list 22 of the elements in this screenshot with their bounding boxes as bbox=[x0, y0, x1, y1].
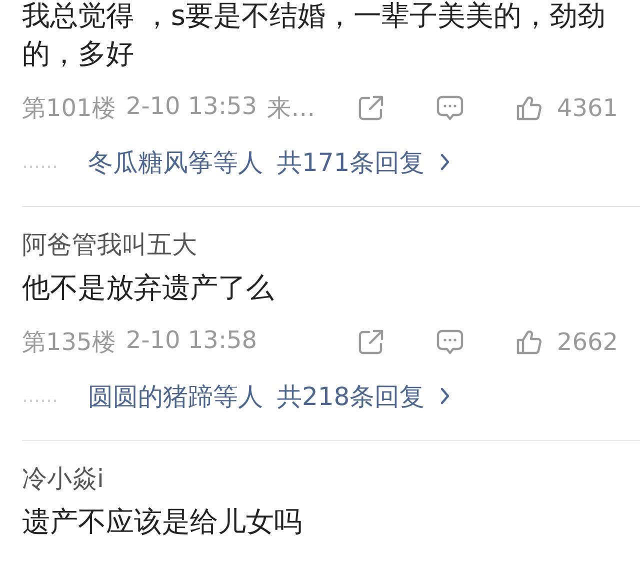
post-time: 2-10 13:58 bbox=[126, 326, 258, 356]
replies-link[interactable]: 冬瓜糖风筝等人 共171条回复 bbox=[88, 146, 451, 178]
username[interactable]: 冷小焱i bbox=[22, 463, 640, 495]
comment-icon[interactable] bbox=[434, 328, 465, 356]
thumbs-up-icon bbox=[514, 328, 543, 356]
floor-number: 第135楼 bbox=[22, 327, 116, 358]
comment-text: 他不是放弃遗产了么 bbox=[22, 270, 275, 306]
dots: …… bbox=[22, 152, 59, 172]
comment-text: 我总觉得 ，s要是不结婚，一辈子美美的，劲劲的，多好 bbox=[22, 0, 606, 72]
comment-text: 遗产不应该是给儿女吗 bbox=[22, 504, 303, 540]
share-icon[interactable] bbox=[356, 328, 385, 356]
comment-icon[interactable] bbox=[434, 94, 465, 122]
dots: …… bbox=[22, 386, 59, 406]
floor-number: 第101楼 bbox=[22, 93, 116, 124]
post-time: 2-10 13:53 bbox=[126, 92, 258, 122]
source-text: 来… bbox=[267, 93, 316, 124]
chevron-right-icon bbox=[438, 152, 451, 172]
share-icon[interactable] bbox=[356, 94, 385, 122]
replies-link[interactable]: 圆圆的猪蹄等人 共218条回复 bbox=[88, 380, 451, 412]
chevron-right-icon bbox=[438, 386, 451, 406]
thumbs-up-icon bbox=[514, 94, 543, 122]
username[interactable]: 阿爸管我叫五大 bbox=[22, 229, 640, 261]
